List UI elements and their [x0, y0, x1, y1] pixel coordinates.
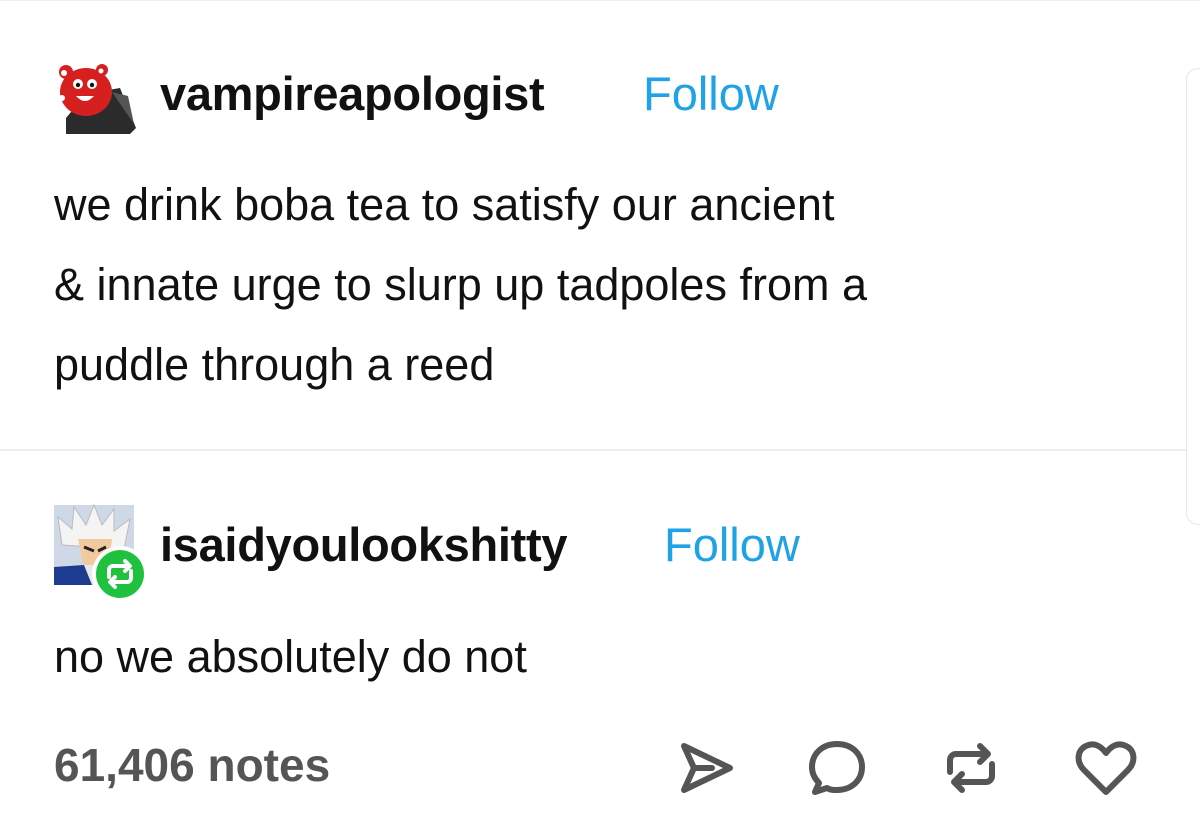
- reply-icon[interactable]: [806, 738, 868, 798]
- post-divider: [0, 449, 1186, 451]
- post-username[interactable]: isaidyoulookshitty: [160, 517, 568, 572]
- share-icon[interactable]: [676, 738, 738, 798]
- post-text-line: no we absolutely do not: [54, 631, 527, 682]
- post-username[interactable]: vampireapologist: [160, 66, 545, 121]
- reblog-icon[interactable]: [940, 738, 1002, 798]
- post-text-line: we drink boba tea to satisfy our ancient: [54, 179, 835, 230]
- adjacent-card-edge: [1186, 68, 1200, 525]
- red-blob-vampire-avatar-icon[interactable]: [52, 58, 138, 136]
- post-text-line: puddle through a reed: [54, 339, 495, 390]
- like-icon[interactable]: [1074, 738, 1138, 798]
- top-rule: [0, 0, 1200, 1]
- follow-button[interactable]: Follow: [664, 517, 800, 572]
- post-text-line: & innate urge to slurp up tadpoles from …: [54, 259, 867, 310]
- reblog-badge-icon: [92, 546, 148, 602]
- notes-count[interactable]: 61,406 notes: [54, 738, 330, 792]
- follow-button[interactable]: Follow: [643, 66, 779, 121]
